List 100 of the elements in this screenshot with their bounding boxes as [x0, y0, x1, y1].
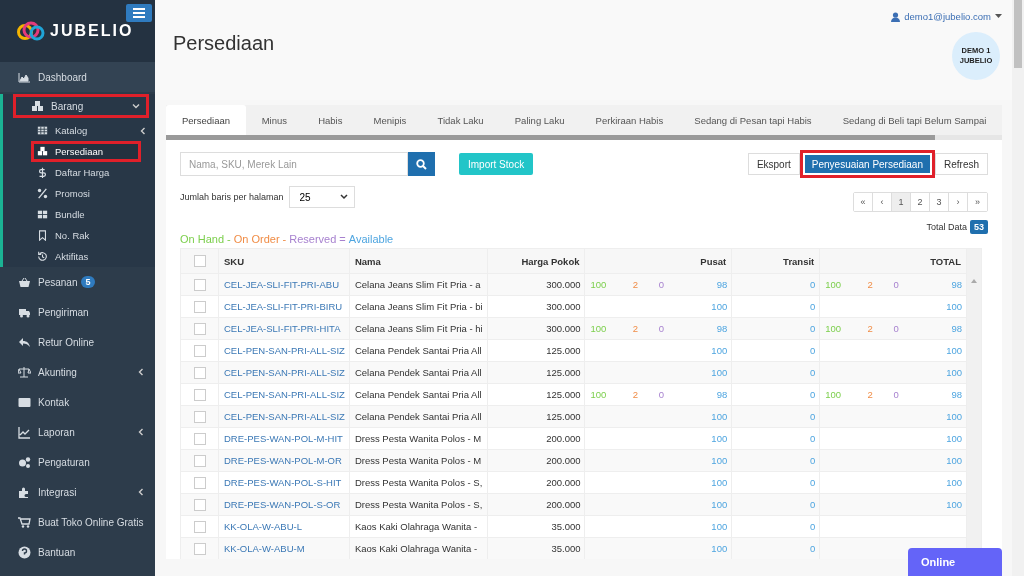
transit-value: 0	[809, 499, 816, 510]
row-checkbox[interactable]	[194, 410, 206, 423]
rows-per-page-select[interactable]: 25	[288, 186, 355, 208]
tab[interactable]: Persediaan	[166, 105, 247, 135]
refresh-button[interactable]: Refresh	[935, 153, 988, 175]
sku-link[interactable]: CEL-PEN-SAN-PRI-ALL-SIZ	[219, 361, 350, 383]
count-badge: 5	[81, 276, 95, 288]
basket-icon	[18, 275, 31, 289]
transit-value: 0	[809, 345, 816, 356]
row-checkbox[interactable]	[194, 322, 206, 335]
transit-value: 0	[809, 367, 816, 378]
sidebar-subitem[interactable]: Bundle	[3, 204, 155, 225]
row-checkbox[interactable]	[194, 278, 206, 291]
search-field[interactable]: Nama, SKU, Merek Lain	[180, 152, 408, 176]
chat-popup[interactable]: Online	[908, 548, 1002, 576]
horizontal-scrollbar[interactable]	[166, 135, 1002, 140]
available-value: 98	[951, 323, 962, 334]
sku-link[interactable]: DRE-PES-WAN-POL-S-OR	[219, 493, 350, 515]
available-value: 100	[946, 411, 962, 422]
sidebar-item[interactable]: Akunting	[0, 357, 155, 387]
reserved-value: 0	[892, 279, 900, 290]
row-checkbox[interactable]	[194, 388, 206, 401]
column-header: Transit	[732, 249, 821, 273]
sidebar-item[interactable]: Laporan	[0, 417, 155, 447]
row-checkbox[interactable]	[194, 366, 206, 379]
sku-link[interactable]: CEL-JEA-SLI-FIT-PRI-ABU	[219, 273, 350, 295]
page-button[interactable]: 1	[892, 193, 911, 211]
sidebar-item[interactable]: Pengaturan	[0, 447, 155, 477]
available-value: 100	[711, 367, 728, 378]
menu-button[interactable]	[126, 4, 152, 22]
cart-icon	[18, 515, 31, 529]
cloud-logo-icon	[16, 20, 46, 42]
sidebar-subitem[interactable]: Aktifitas	[3, 246, 155, 267]
column-header: Nama	[349, 249, 488, 273]
tab[interactable]: Habis	[302, 105, 358, 135]
sidebar-subitem[interactable]: Persediaan	[31, 141, 141, 162]
tab[interactable]: Perkiraan Habis	[580, 105, 679, 135]
table-cell: 200.000	[487, 449, 586, 471]
on-hand-value: 100	[825, 279, 843, 290]
sku-link[interactable]: DRE-PES-WAN-POL-M-OR	[219, 449, 350, 471]
sidebar-item[interactable]: Retur Online	[0, 327, 155, 357]
table-cell: 300.000	[487, 317, 586, 339]
available-value: 100	[946, 477, 962, 488]
user-menu[interactable]: demo1@jubelio.com	[891, 11, 1002, 22]
tab[interactable]: Sedang di Beli tapi Belum Sampai	[827, 105, 1002, 135]
transit-value: 0	[809, 389, 816, 400]
sku-link[interactable]: CEL-PEN-SAN-PRI-ALL-SIZ	[219, 405, 350, 427]
tab[interactable]: Tidak Laku	[421, 105, 500, 135]
percent-icon	[37, 188, 48, 199]
sidebar-subitem[interactable]: Katalog	[3, 120, 155, 141]
sidebar-item[interactable]: Buat Toko Online Gratis	[0, 507, 155, 537]
sku-link[interactable]: CEL-JEA-SLI-FIT-PRI-HITA	[219, 317, 350, 339]
available-value: 100	[946, 455, 962, 466]
available-value: 98	[716, 279, 728, 290]
row-checkbox[interactable]	[194, 344, 206, 357]
on-hand-value: 100	[825, 389, 843, 400]
tab[interactable]: Paling Laku	[499, 105, 580, 135]
tab[interactable]: Minus	[246, 105, 303, 135]
page-button[interactable]: «	[854, 193, 873, 211]
legend-label: Reserved	[289, 233, 337, 245]
sidebar-item[interactable]: Integrasi	[0, 477, 155, 507]
tab[interactable]: Sedang di Pesan tapi Habis	[678, 105, 828, 135]
table-cell: Dress Pesta Wanita Polos - M	[349, 449, 488, 471]
tab[interactable]: Menipis	[358, 105, 422, 135]
available-value: 100	[946, 301, 962, 312]
available-value: 100	[946, 345, 962, 356]
page-scrollbar[interactable]	[1012, 0, 1024, 576]
row-checkbox[interactable]	[194, 542, 206, 555]
available-value: 100	[946, 499, 962, 510]
reserved-value: 0	[892, 323, 900, 334]
sidebar-item[interactable]: Dashboard	[0, 62, 155, 92]
sidebar-item[interactable]: Kontak	[0, 387, 155, 417]
sidebar-subitem[interactable]: No. Rak	[3, 225, 155, 246]
table-cell: 125.000	[487, 405, 586, 427]
puzzle-icon	[18, 485, 31, 499]
table-cell: 35.000	[487, 537, 586, 559]
available-value: 98	[716, 389, 728, 400]
on-order-value: 2	[866, 279, 874, 290]
caret-icon	[995, 14, 1002, 19]
row-checkbox[interactable]	[194, 520, 206, 533]
adjust-stock-button[interactable]: Penyesuaian Persediaan	[799, 150, 935, 178]
sidebar-item[interactable]: Pesanan 5	[0, 267, 155, 297]
table-cell: 125.000	[487, 361, 586, 383]
row-checkbox[interactable]	[194, 476, 206, 489]
sidebar-item[interactable]: Pengiriman	[0, 297, 155, 327]
chart-icon	[18, 70, 31, 84]
select-all-checkbox[interactable]	[193, 255, 206, 267]
row-checkbox[interactable]	[194, 454, 206, 467]
sidebar-subitem[interactable]: Promosi	[3, 183, 155, 204]
sku-link[interactable]: KK-OLA-W-ABU-M	[219, 537, 350, 559]
transit-value: 0	[809, 455, 816, 466]
on-hand-value: 100	[590, 323, 608, 334]
row-checkbox[interactable]	[194, 498, 206, 511]
sidebar-subitem[interactable]: Daftar Harga	[3, 162, 155, 183]
sidebar-item[interactable]: Barang	[13, 94, 149, 118]
row-checkbox[interactable]	[194, 300, 206, 313]
row-checkbox[interactable]	[194, 432, 206, 445]
export-button[interactable]: Eksport	[747, 153, 800, 175]
search-button[interactable]	[408, 152, 435, 176]
sidebar-item[interactable]: Bantuan	[0, 537, 155, 567]
